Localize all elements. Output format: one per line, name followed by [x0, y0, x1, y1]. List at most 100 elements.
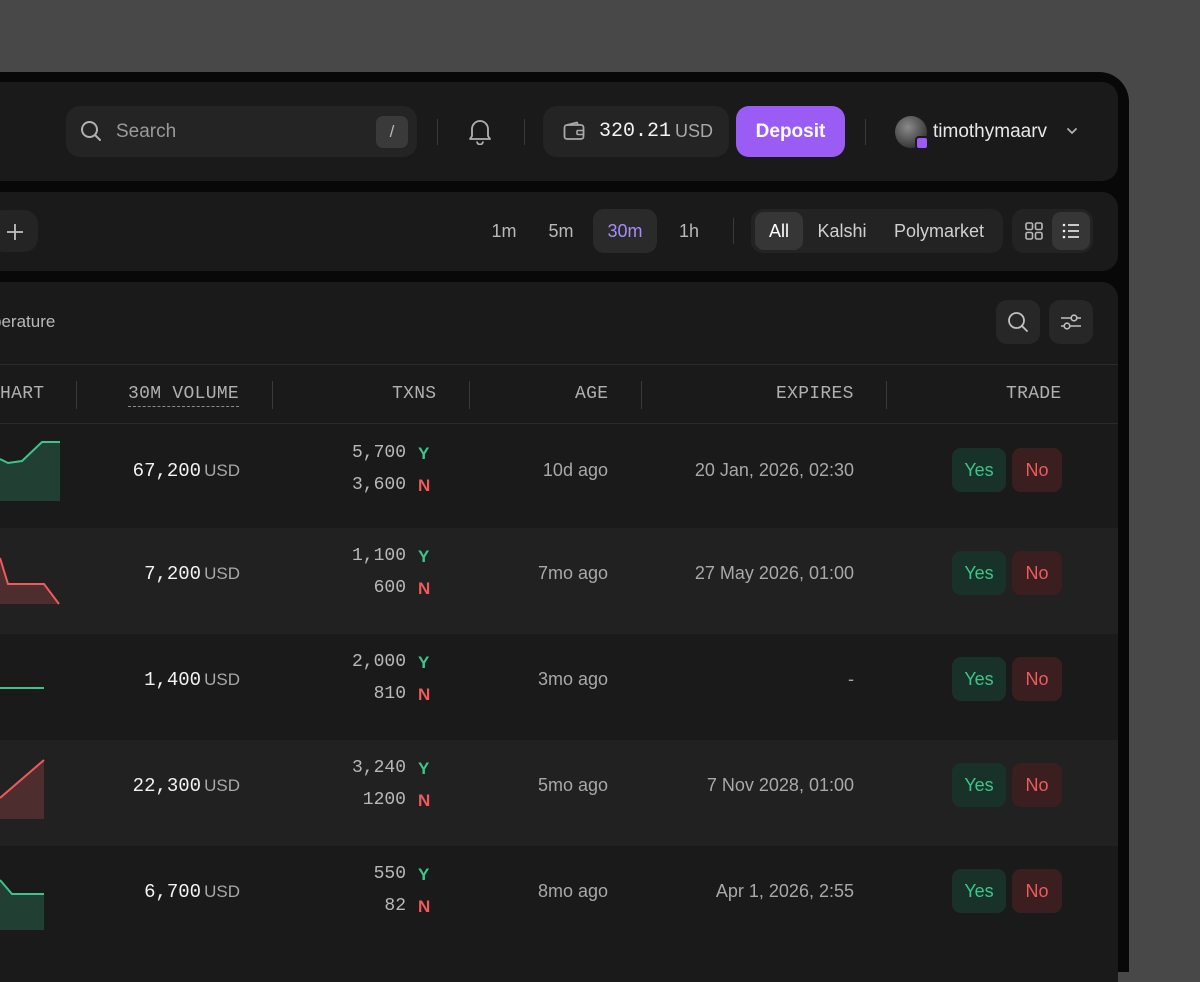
- column-separator: [272, 381, 273, 409]
- trade-yes-button[interactable]: Yes: [952, 551, 1006, 595]
- age-value: 5mo ago: [537, 775, 608, 795]
- txns-yes: 5,700: [351, 443, 406, 463]
- trade-yes-button[interactable]: Yes: [952, 763, 1006, 807]
- view-toggle: [1012, 209, 1093, 253]
- trade-yes-button[interactable]: Yes: [952, 657, 1006, 701]
- txns-no-marker: N: [418, 579, 431, 598]
- column-volume[interactable]: 30M VOLUME: [128, 384, 240, 407]
- txns-no: 1200: [362, 790, 406, 810]
- volume-value: 7,200 USD: [144, 563, 240, 585]
- table-row[interactable]: 67,200 USD 5,700 Y 3,600 N 10d ago 20 Jan…: [0, 425, 1118, 531]
- txns-yes-marker: Y: [418, 547, 430, 566]
- search-icon: [1008, 312, 1028, 332]
- search-shortcut-key: /: [376, 116, 408, 148]
- markets-table-panel: perature HART 30M VOLUME TXNS AGE EXPIRE…: [0, 282, 1118, 982]
- sparkline-chart: [0, 879, 44, 930]
- trade-no-button[interactable]: No: [1012, 448, 1062, 492]
- search-placeholder: Search: [116, 121, 177, 142]
- list-view-button[interactable]: [1052, 212, 1090, 250]
- table-header: HART 30M VOLUME TXNS AGE EXPIRES TRADE: [0, 364, 1118, 424]
- volume-value: 6,700 USD: [144, 881, 240, 903]
- sliders-icon: [1061, 314, 1081, 330]
- column-separator: [886, 381, 887, 409]
- txns-yes-marker: Y: [418, 865, 430, 884]
- txns-yes: 1,100: [351, 546, 406, 566]
- column-trade: TRADE: [1006, 384, 1062, 404]
- txns-yes: 550: [373, 864, 406, 884]
- table-row[interactable]: 1,400 USD 2,000 Y 810 N 3mo ago - Yes No: [0, 634, 1118, 740]
- expires-value: 7 Nov 2028, 01:00: [706, 775, 854, 795]
- sparkline-chart: [0, 557, 60, 605]
- wallet-icon: [563, 121, 585, 146]
- column-separator: [76, 381, 77, 409]
- trade-yes-button[interactable]: Yes: [952, 448, 1006, 492]
- divider: [865, 119, 866, 145]
- divider: [524, 119, 525, 145]
- age-value: 7mo ago: [537, 563, 608, 583]
- avatar[interactable]: [895, 116, 929, 150]
- bell-icon[interactable]: [467, 117, 493, 150]
- column-expires[interactable]: EXPIRES: [776, 384, 854, 404]
- trade-no-button[interactable]: No: [1012, 657, 1062, 701]
- timeframe-30m[interactable]: 30m: [593, 209, 657, 253]
- divider: [437, 119, 438, 145]
- timeframe-5m[interactable]: 5m: [538, 209, 584, 253]
- txns-yes-marker: Y: [418, 653, 430, 672]
- column-chart[interactable]: HART: [0, 384, 44, 404]
- table-row[interactable]: 6,700 USD 550 Y 82 N 8mo ago Apr 1, 2026,…: [0, 846, 1118, 952]
- txns-no-marker: N: [418, 476, 431, 495]
- source-all[interactable]: All: [755, 212, 803, 250]
- volume-value: 1,400 USD: [144, 669, 240, 691]
- chevron-down-icon[interactable]: [1066, 124, 1078, 142]
- table-row[interactable]: 22,300 USD 3,240 Y 1200 N 5mo ago 7 Nov 2…: [0, 740, 1118, 846]
- expires-value: -: [848, 669, 854, 689]
- grid-view-button[interactable]: [1015, 212, 1053, 250]
- column-separator: [641, 381, 642, 409]
- expires-value: 27 May 2026, 01:00: [694, 563, 854, 583]
- source-polymarket[interactable]: Polymarket: [883, 212, 995, 250]
- timeframe-1h[interactable]: 1h: [667, 209, 711, 253]
- username[interactable]: timothymaarv: [933, 121, 1047, 143]
- source-filter: All Kalshi Polymarket: [751, 209, 1003, 253]
- trade-yes-button[interactable]: Yes: [952, 869, 1006, 913]
- timeframe-1m[interactable]: 1m: [482, 209, 526, 253]
- plus-icon: [7, 224, 23, 240]
- sparkline-chart: [0, 759, 45, 819]
- top-bar: Search / 320.21 USD Deposit timothymaarv: [0, 82, 1118, 181]
- sparkline-chart: [0, 687, 44, 689]
- column-age[interactable]: AGE: [575, 384, 608, 404]
- search-icon: [80, 120, 102, 147]
- age-value: 10d ago: [542, 460, 608, 480]
- trade-no-button[interactable]: No: [1012, 763, 1062, 807]
- txns-no-marker: N: [418, 897, 431, 916]
- wallet-balance[interactable]: 320.21 USD: [543, 106, 729, 157]
- txns-no: 810: [373, 684, 406, 704]
- avatar-badge: [915, 136, 929, 150]
- trade-no-button[interactable]: No: [1012, 869, 1062, 913]
- table-search-button[interactable]: [996, 300, 1040, 344]
- table-row[interactable]: 7,200 USD 1,100 Y 600 N 7mo ago 27 May 20…: [0, 528, 1118, 634]
- filter-settings-button[interactable]: [1049, 300, 1093, 344]
- sparkline-chart: [0, 441, 60, 501]
- txns-yes: 3,240: [351, 758, 406, 778]
- txns-no: 82: [384, 896, 406, 916]
- add-button[interactable]: [0, 210, 38, 252]
- filter-bar: 1m 5m 30m 1h All Kalshi Polymarket: [0, 192, 1118, 271]
- age-value: 8mo ago: [537, 881, 608, 901]
- trade-no-button[interactable]: No: [1012, 551, 1062, 595]
- expires-value: 20 Jan, 2026, 02:30: [694, 460, 854, 480]
- balance-amount: 320.21: [599, 120, 672, 143]
- divider: [733, 218, 734, 244]
- search-input[interactable]: Search /: [66, 106, 417, 157]
- column-txns[interactable]: TXNS: [392, 384, 436, 404]
- txns-no: 3,600: [351, 475, 406, 495]
- list-view-icon: [1062, 223, 1079, 239]
- deposit-button[interactable]: Deposit: [736, 106, 845, 157]
- txns-no: 600: [373, 578, 406, 598]
- expires-value: Apr 1, 2026, 2:55: [715, 881, 854, 901]
- source-kalshi[interactable]: Kalshi: [809, 212, 875, 250]
- txns-yes-marker: Y: [418, 444, 430, 463]
- txns-no-marker: N: [418, 685, 431, 704]
- txns-yes: 2,000: [351, 652, 406, 672]
- grid-view-icon: [1025, 222, 1043, 240]
